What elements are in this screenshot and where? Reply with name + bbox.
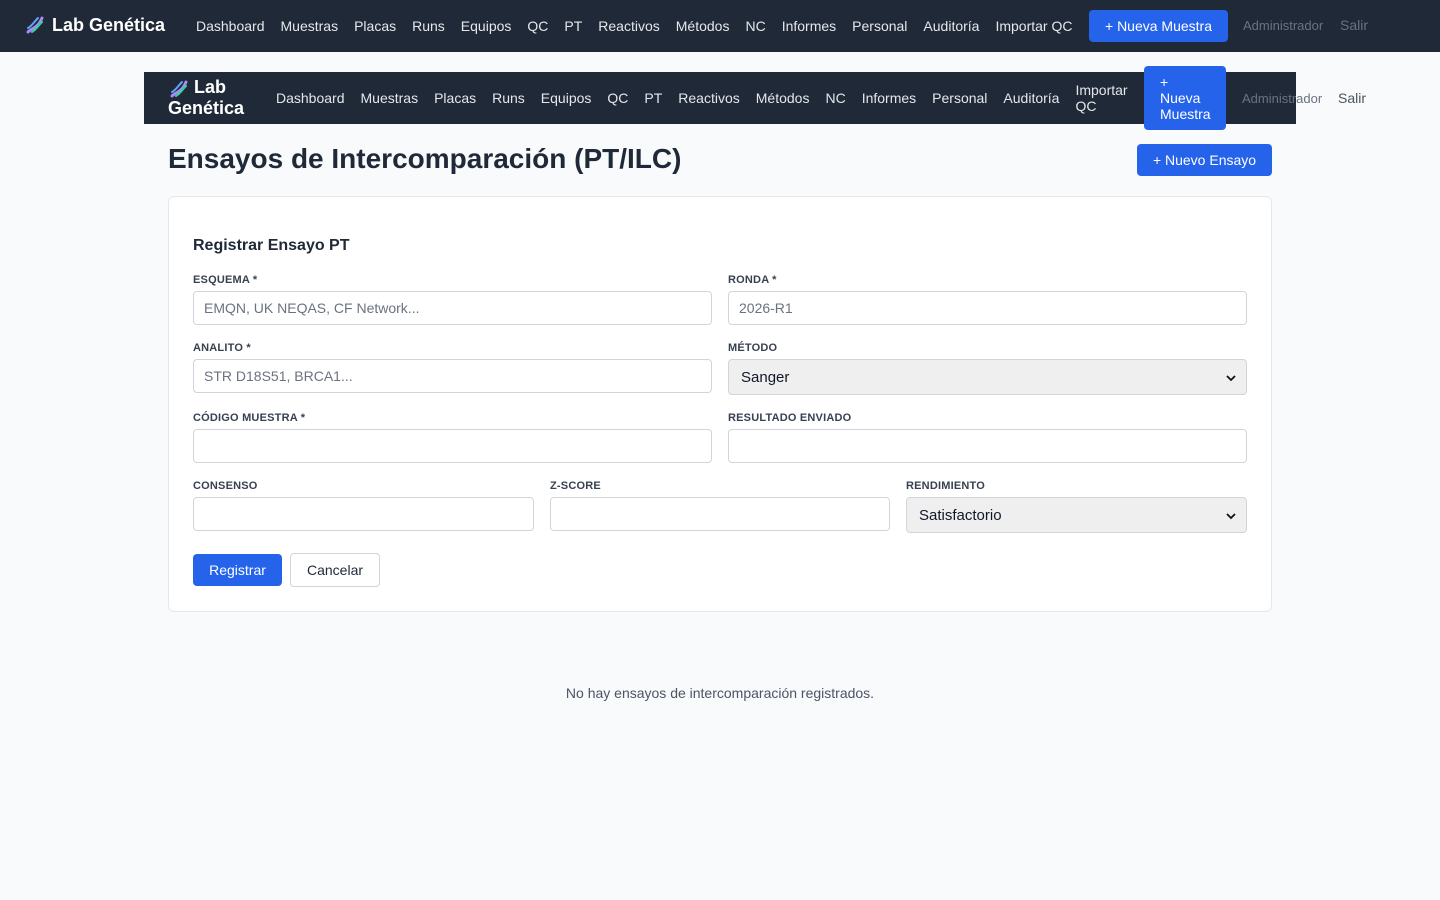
- esquema-label: ESQUEMA *: [193, 274, 258, 286]
- nav2-informes[interactable]: Informes: [854, 90, 924, 106]
- nested-brand-name: Lab Genética: [168, 77, 245, 118]
- nav2-qc[interactable]: QC: [599, 90, 636, 106]
- empty-state-message: No hay ensayos de intercomparación regis…: [565, 685, 875, 701]
- codigo-input[interactable]: [193, 429, 712, 463]
- ronda-input[interactable]: [728, 291, 1247, 325]
- nav2-equipos[interactable]: Equipos: [533, 90, 600, 106]
- nav2-dashboard[interactable]: Dashboard: [268, 90, 353, 106]
- nav2-importar-qc[interactable]: Importar QC: [1067, 82, 1136, 114]
- form-title: Registrar Ensayo PT: [193, 237, 350, 254]
- nav2-auditoria[interactable]: Auditoría: [995, 90, 1067, 106]
- nav-importar-qc[interactable]: Importar QC: [987, 18, 1080, 34]
- metodo-select[interactable]: Sanger: [728, 359, 1247, 395]
- nav-pt[interactable]: PT: [556, 18, 590, 34]
- analito-input[interactable]: [193, 359, 712, 393]
- nav-dashboard[interactable]: Dashboard: [188, 18, 273, 34]
- new-trial-button[interactable]: + Nuevo Ensayo: [1137, 144, 1272, 176]
- zscore-label: Z-SCORE: [550, 480, 601, 492]
- nav-equipos[interactable]: Equipos: [453, 18, 520, 34]
- esquema-input[interactable]: [193, 291, 712, 325]
- nav-auditoria[interactable]: Auditoría: [915, 18, 987, 34]
- nav2-nc[interactable]: NC: [817, 90, 853, 106]
- nested-user-name: Administrador: [1242, 91, 1323, 106]
- user-name: Administrador: [1243, 18, 1324, 33]
- nav-nc[interactable]: NC: [737, 18, 773, 34]
- rendimiento-label: RENDIMIENTO: [906, 480, 986, 492]
- nav-personal[interactable]: Personal: [844, 18, 915, 34]
- ronda-label: RONDA *: [728, 274, 777, 286]
- nav2-personal[interactable]: Personal: [924, 90, 995, 106]
- nav2-runs[interactable]: Runs: [484, 90, 533, 106]
- metodo-label: MÉTODO: [728, 342, 778, 354]
- resultado-label: RESULTADO ENVIADO: [728, 412, 852, 424]
- nav-muestras[interactable]: Muestras: [273, 18, 347, 34]
- nav2-pt[interactable]: PT: [636, 90, 670, 106]
- chevron-down-icon: [1226, 369, 1236, 386]
- brand-logo[interactable]: Lab Genética: [24, 14, 165, 36]
- nav-placas[interactable]: Placas: [346, 18, 404, 34]
- nav-metodos[interactable]: Métodos: [668, 18, 738, 34]
- dna-icon: [168, 78, 190, 100]
- nav2-muestras[interactable]: Muestras: [353, 90, 427, 106]
- rendimiento-select[interactable]: Satisfactorio: [906, 497, 1247, 533]
- zscore-input[interactable]: [550, 497, 890, 531]
- nested-logout-link[interactable]: Salir: [1338, 90, 1366, 106]
- nav-informes[interactable]: Informes: [774, 18, 844, 34]
- nav2-metodos[interactable]: Métodos: [748, 90, 818, 106]
- nested-brand-logo[interactable]: Lab Genética: [168, 77, 244, 119]
- new-sample-button[interactable]: + Nueva Muestra: [1089, 10, 1228, 42]
- nav2-reactivos[interactable]: Reactivos: [670, 90, 747, 106]
- cancel-button[interactable]: Cancelar: [290, 553, 380, 587]
- nested-new-sample-button[interactable]: + Nueva Muestra: [1144, 66, 1226, 130]
- chevron-down-icon: [1226, 507, 1236, 524]
- codigo-label: CÓDIGO MUESTRA *: [193, 412, 306, 424]
- page-title: Ensayos de Intercomparación (PT/ILC): [168, 143, 682, 174]
- form-card: [168, 196, 1272, 612]
- register-button[interactable]: Registrar: [193, 554, 282, 586]
- consenso-label: CONSENSO: [193, 480, 258, 492]
- analito-label: ANALITO *: [193, 342, 251, 354]
- nav-qc[interactable]: QC: [519, 18, 556, 34]
- main-nav: Dashboard Muestras Placas Runs Equipos Q…: [188, 0, 1080, 52]
- nav-reactivos[interactable]: Reactivos: [590, 18, 667, 34]
- logout-link[interactable]: Salir: [1340, 17, 1368, 33]
- nav-runs[interactable]: Runs: [404, 18, 453, 34]
- resultado-input[interactable]: [728, 429, 1247, 463]
- nav2-placas[interactable]: Placas: [426, 90, 484, 106]
- nested-nav: Dashboard Muestras Placas Runs Equipos Q…: [268, 72, 1136, 124]
- consenso-input[interactable]: [193, 497, 534, 531]
- brand-name: Lab Genética: [52, 14, 166, 35]
- dna-icon: [24, 14, 46, 36]
